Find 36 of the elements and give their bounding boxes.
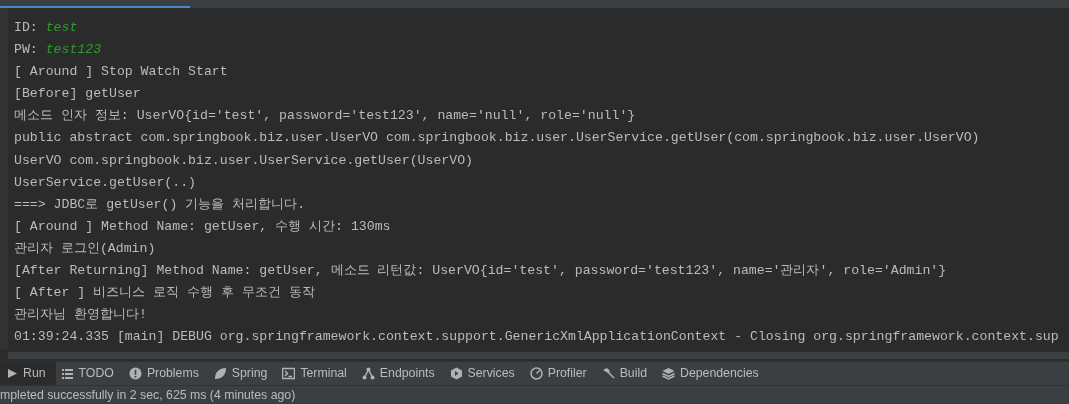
console-line: UserVO com.springbook.biz.user.UserService.getUser(UserVO)	[14, 151, 474, 170]
tool-window-tab[interactable]: TODO	[55, 362, 124, 385]
console-line: 메소드 인자 정보: UserVO{id='test', password='test123', name='null', role='null'}	[14, 107, 637, 126]
terminal-icon	[282, 367, 296, 380]
console-line: [ After ] 비즈니스 로직 수행 후 무조건 동작	[14, 284, 316, 303]
tool-window-tab[interactable]: Endpoints	[356, 362, 445, 385]
tool-window-tab[interactable]: Services	[444, 362, 525, 385]
leaf-icon	[213, 367, 227, 380]
tool-window-tab[interactable]: Problems	[123, 362, 209, 385]
tool-window-tab[interactable]: Build	[596, 362, 657, 385]
console-line: [Before] getUser	[14, 85, 142, 104]
play-icon	[5, 367, 18, 380]
console-line: 관리자 로그인(Admin)	[14, 239, 157, 258]
hammer-icon	[601, 367, 615, 380]
nodes-icon	[361, 367, 375, 380]
alert-icon	[128, 367, 142, 380]
console-line: 01:39:24.335 [main] DEBUG org.springframework.context.support.GenericXmlApplicationContext - Closing org.springframework.context.sup	[14, 328, 1060, 347]
console-line: 관리자님 환영합니다!	[14, 306, 148, 325]
tool-window-tab[interactable]: Spring	[208, 362, 278, 385]
console-line: PW: test123	[14, 41, 103, 60]
gauge-icon	[529, 367, 543, 380]
layers-icon	[662, 367, 675, 380]
hexagon-icon	[449, 367, 463, 380]
status-text: mpleted successfully in 2 sec, 625 ms (4 minutes ago)	[0, 388, 296, 402]
console-line: public abstract com.springbook.biz.user.UserVO com.springbook.biz.user.UserService.getUser(com.springbook.biz.user.UserVO)	[14, 129, 981, 148]
console-line: ===> JDBC로 getUser() 기능을 처리합니다.	[14, 195, 307, 214]
console-line: [ Around ] Method Name: getUser, 수행 시간: 130ms	[14, 217, 392, 236]
tool-window-tab[interactable]: Profiler	[524, 362, 597, 385]
console-line: UserService.getUser(..)	[14, 173, 198, 192]
tool-window-tab[interactable]: Dependencies	[657, 362, 769, 385]
list-icon	[60, 367, 74, 380]
tool-window-tab[interactable]: Terminal	[277, 362, 357, 385]
tool-window-tab[interactable]: Run	[0, 362, 56, 385]
console-line: ID: test	[14, 19, 79, 37]
console-line: [ Around ] Stop Watch Start	[14, 63, 229, 82]
console-line: [After Returning] Method Name: getUser, 메소드 리턴값: UserVO{id='test', password='test123', name='관리자', role='Admin'}	[14, 262, 948, 281]
